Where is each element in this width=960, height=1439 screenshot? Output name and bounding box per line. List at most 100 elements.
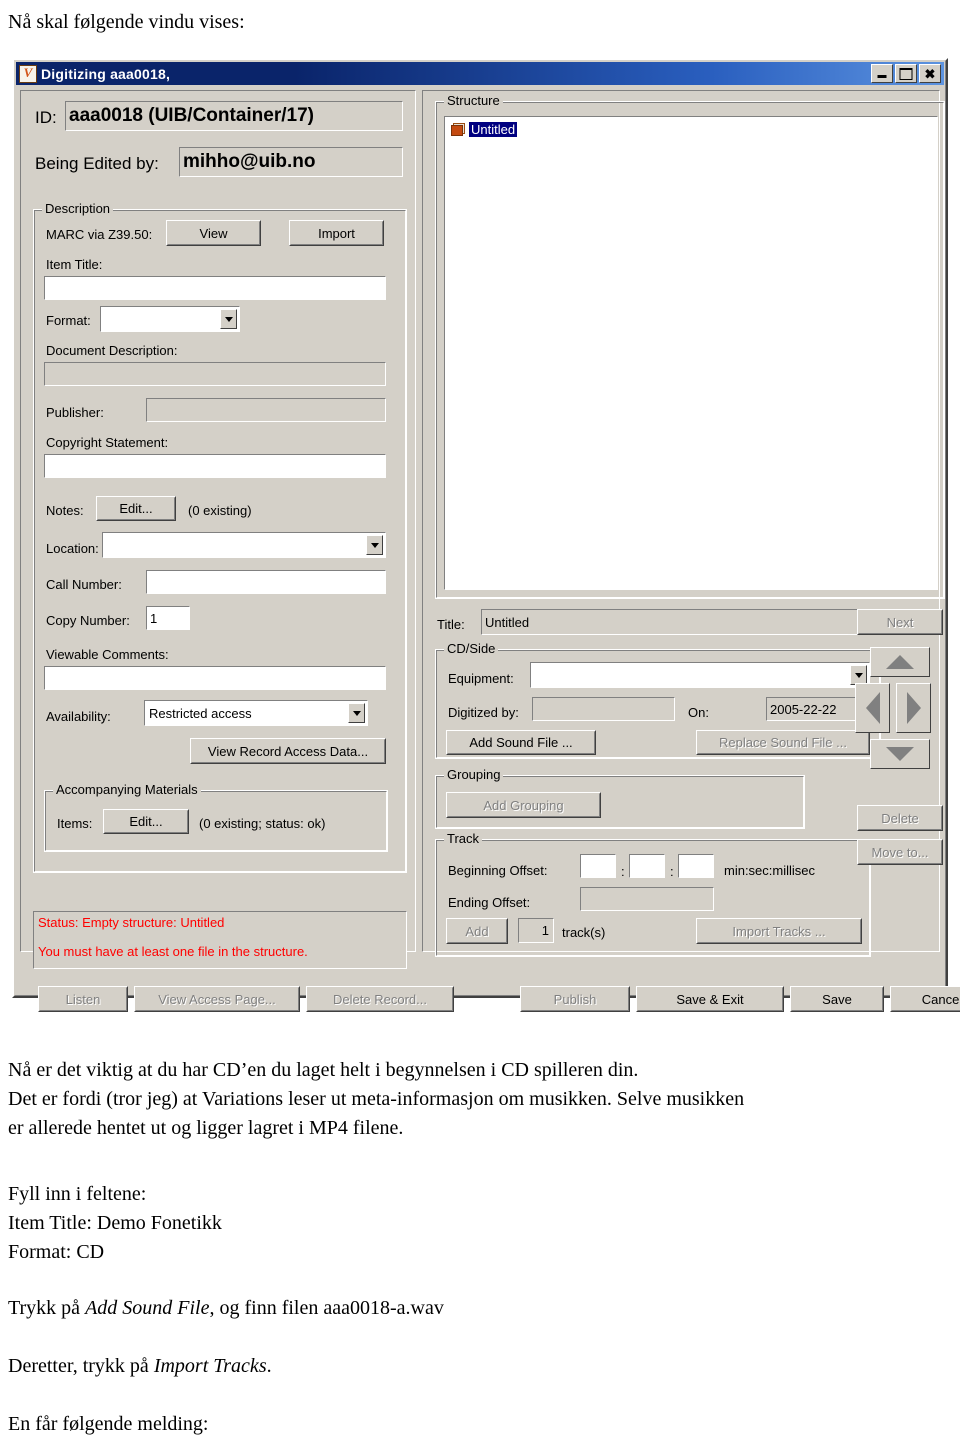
accompanying-materials-group: Accompanying Materials Items: Edit... (0… (44, 783, 388, 852)
offset-colon-2: : (670, 864, 674, 879)
cancel-button[interactable]: Cancel (890, 986, 960, 1012)
viewable-comments-input[interactable] (44, 666, 386, 690)
equipment-select[interactable] (530, 662, 870, 688)
call-number-label: Call Number: (46, 577, 122, 592)
listen-button: Listen (38, 986, 128, 1012)
digitized-by-label: Digitized by: (448, 705, 519, 720)
cdside-group-title: CD/Side (444, 642, 499, 656)
delete-record-label: Delete Record... (333, 991, 427, 1007)
then-suffix: . (266, 1355, 272, 1377)
add-sound-file-button[interactable]: Add Sound File ... (446, 730, 596, 755)
offset-minutes-input[interactable] (580, 854, 616, 878)
edited-by-label: Being Edited by: (35, 154, 159, 173)
press-prefix: Trykk på (8, 1297, 86, 1319)
track-group-title: Track (444, 832, 483, 846)
fill-heading: Fyll inn i feltene: (8, 1183, 147, 1205)
title-label: Title: (437, 617, 465, 632)
location-select[interactable] (102, 532, 386, 558)
copy-number-input[interactable]: 1 (146, 606, 190, 630)
replace-sound-file-button: Replace Sound File ... (696, 730, 870, 755)
accompanying-materials-title: Accompanying Materials (53, 783, 201, 797)
marc-view-button[interactable]: View (166, 220, 261, 246)
paragraph-line-1: Nå er det viktig at du har CD’en du lage… (8, 1059, 639, 1081)
view-record-access-data-button[interactable]: View Record Access Data... (190, 738, 386, 764)
then-prefix: Deretter, trykk på (8, 1355, 154, 1377)
paragraph-line-3: er allerede hentet ut og ligger lagret i… (8, 1117, 404, 1139)
marc-import-button[interactable]: Import (289, 220, 384, 246)
next-label: Next (886, 614, 914, 630)
offset-units-label: min:sec:millisec (724, 863, 816, 878)
marc-view-label: View (199, 225, 228, 241)
copyright-input[interactable] (44, 454, 386, 478)
view-access-page-button: View Access Page... (134, 986, 300, 1012)
item-title-input[interactable] (44, 276, 386, 300)
paragraph-line-2: Det er fordi (tror jeg) at Variations le… (8, 1088, 745, 1110)
add-track-button: Add (446, 918, 508, 944)
press-suffix: , og finn filen aaa0018-a.wav (209, 1297, 444, 1319)
id-label: ID: (35, 108, 57, 127)
save-button[interactable]: Save (790, 986, 884, 1012)
copy-number-label: Copy Number: (46, 613, 130, 628)
copyright-label: Copyright Statement: (46, 435, 169, 450)
items-edit-label: Edit... (129, 814, 163, 829)
notes-edit-button[interactable]: Edit... (96, 496, 176, 521)
body-text-block-3: Trykk på Add Sound File, og finn filen a… (8, 1294, 952, 1323)
add-sound-file-label: Add Sound File ... (469, 735, 573, 750)
title-value: Untitled (481, 609, 881, 635)
document-description-label: Document Description: (46, 343, 178, 358)
digitized-by-input (532, 697, 675, 721)
structure-tree[interactable]: Untitled (444, 116, 938, 590)
cdside-group: CD/Side Equipment: Digitized by: On: 200… (435, 642, 881, 759)
equipment-label: Equipment: (448, 671, 514, 686)
publisher-label: Publisher: (46, 405, 104, 420)
right-panel: Structure Untitled Title: Untitled CD/Si… (422, 90, 945, 957)
call-number-input[interactable] (146, 570, 386, 594)
arrow-down-icon (886, 747, 914, 761)
window-controls: ✖ (871, 64, 941, 83)
left-panel: ID: aaa0018 (UIB/Container/17) Being Edi… (20, 90, 416, 969)
maximize-button[interactable] (895, 64, 917, 83)
save-exit-button[interactable]: Save & Exit (636, 986, 784, 1012)
viewable-comments-label: Viewable Comments: (46, 647, 169, 662)
availability-value: Restricted access (149, 705, 252, 721)
items-label: Items: (57, 816, 93, 831)
intro-text: Nå skal følgende vindu vises: (8, 11, 245, 33)
location-chevron-down-icon[interactable] (366, 535, 383, 555)
format-chevron-down-icon[interactable] (220, 309, 237, 329)
arrow-right-icon (906, 692, 921, 724)
marc-label: MARC via Z39.50: (46, 227, 153, 242)
container-icon (451, 123, 465, 136)
items-edit-button[interactable]: Edit... (103, 809, 189, 834)
tracks-label: track(s) (562, 925, 606, 940)
notes-count: (0 existing) (188, 503, 252, 518)
save-exit-label: Save & Exit (676, 991, 744, 1007)
beginning-offset-label: Beginning Offset: (448, 863, 548, 878)
move-down-button (870, 739, 930, 769)
body-text-block-4: Deretter, trykk på Import Tracks. (8, 1352, 952, 1381)
minimize-button[interactable] (871, 64, 893, 83)
status-line-2: You must have at least one file in the s… (38, 944, 308, 959)
move-up-button (870, 647, 930, 677)
edited-by-value: mihho@uib.no (179, 147, 403, 177)
digitizing-dialog: Digitizing aaa0018, ✖ ID: aaa0018 (UIB/C… (12, 58, 960, 1012)
cancel-label: Cancel (921, 991, 960, 1007)
on-label: On: (688, 705, 709, 720)
offset-seconds-input[interactable] (629, 854, 665, 878)
structure-tree-item[interactable]: Untitled (451, 122, 937, 137)
item-title-label: Item Title: (46, 257, 103, 272)
equipment-chevron-down-icon[interactable] (850, 665, 867, 685)
format-select[interactable] (100, 306, 240, 332)
description-group-title: Description (42, 202, 114, 216)
next-button: Next (857, 609, 943, 635)
status-box: Status: Empty structure: Untitled You mu… (33, 911, 407, 969)
ending-offset-input (580, 887, 714, 911)
availability-select[interactable]: Restricted access (144, 700, 368, 726)
add-track-label: Add (465, 923, 489, 939)
move-to-button: Move to... (857, 839, 943, 865)
availability-chevron-down-icon[interactable] (348, 703, 365, 723)
notes-label: Notes: (46, 503, 84, 518)
close-button[interactable]: ✖ (919, 64, 941, 83)
grouping-group-title: Grouping (444, 768, 504, 782)
offset-millis-input[interactable] (678, 854, 714, 878)
ending-offset-label: Ending Offset: (448, 895, 531, 910)
